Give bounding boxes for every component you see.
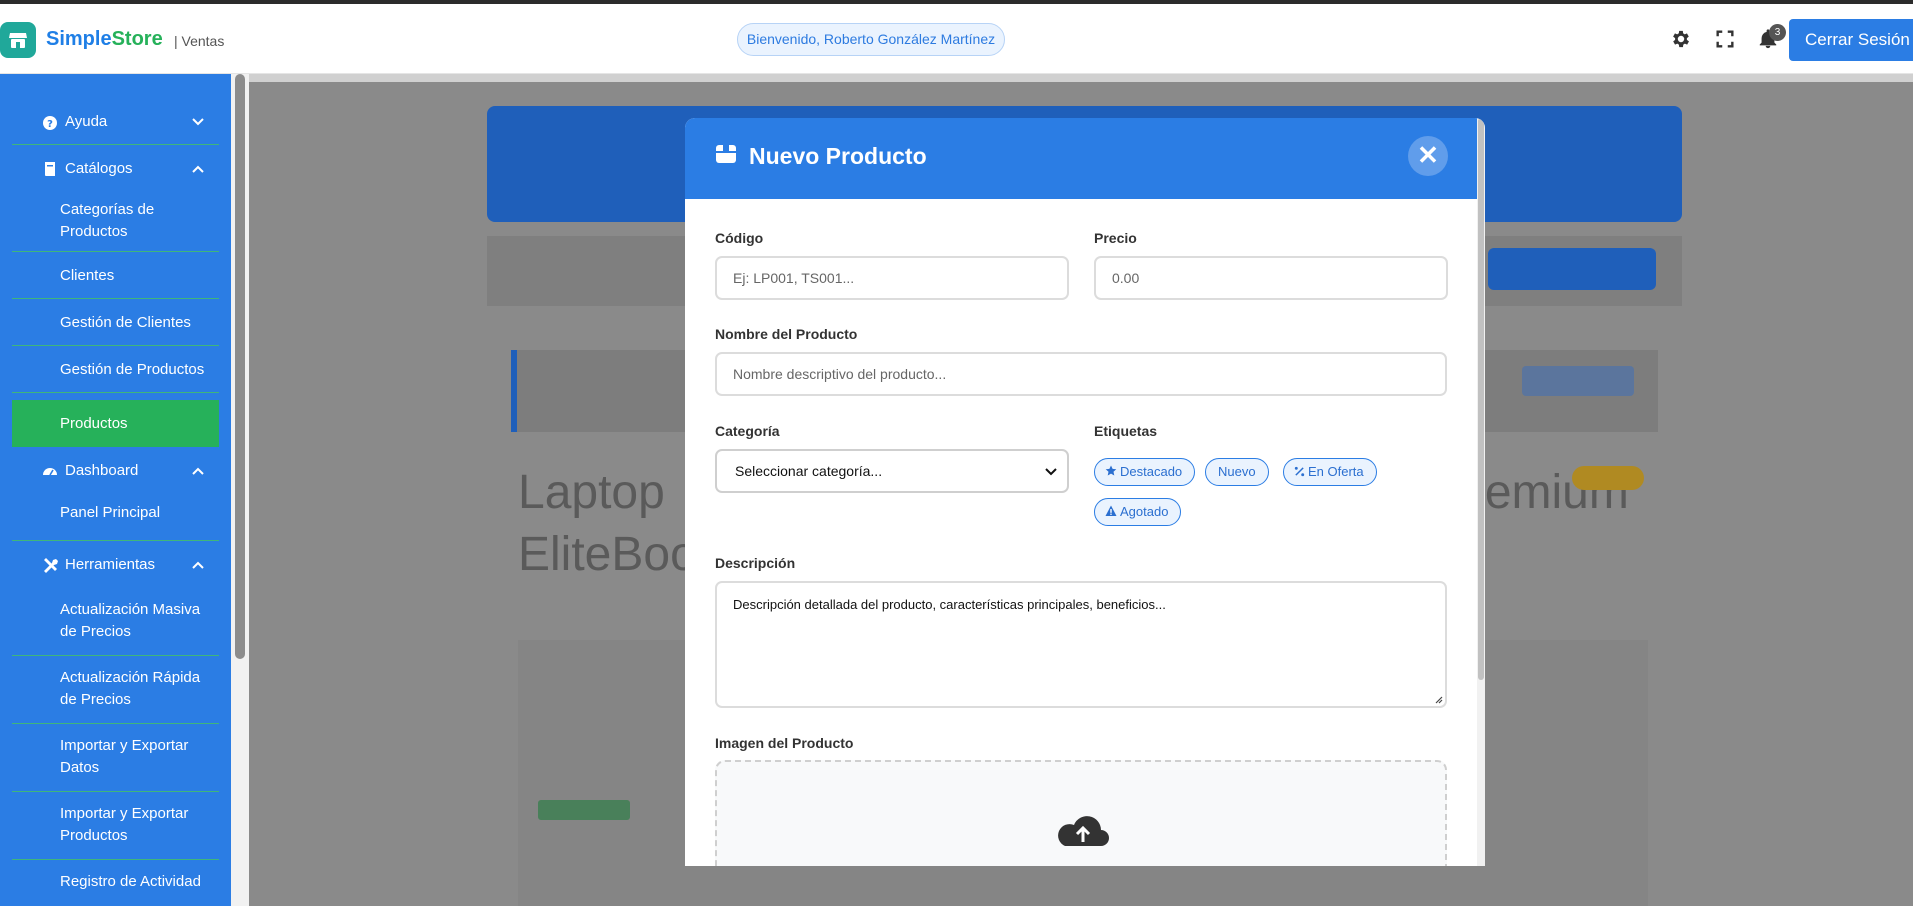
sidebar-item-importar-datos[interactable]: Importar y Exportar Datos xyxy=(12,724,219,792)
brand-simple: Simple xyxy=(46,28,112,50)
sidebar-item-clientes[interactable]: Clientes xyxy=(12,252,219,299)
sidebar-label-productos: Productos xyxy=(60,415,128,432)
store-logo-icon xyxy=(0,22,36,58)
modal-header: Nuevo Producto ✕ xyxy=(685,118,1485,199)
sidebar-scrollbar-thumb[interactable] xyxy=(235,74,245,659)
categoria-label: Categoría xyxy=(715,423,780,439)
welcome-badge: Bienvenido, Roberto González Martínez xyxy=(737,23,1005,56)
brand-subtitle: | Ventas xyxy=(174,33,225,49)
sidebar-item-herramientas[interactable]: Herramientas xyxy=(12,541,219,588)
categoria-selected-value: Seleccionar categoría... xyxy=(735,463,883,479)
tag-nuevo[interactable]: Nuevo xyxy=(1205,458,1269,486)
new-product-modal: Nuevo Producto ✕ Código Ej: LP001, TS001… xyxy=(685,118,1485,866)
tag-agotado-label: Agotado xyxy=(1120,504,1169,519)
sidebar-label-clientes: Clientes xyxy=(60,267,115,284)
top-header: SimpleStore | Ventas Bienvenido, Roberto… xyxy=(0,4,1913,74)
tools-icon xyxy=(44,558,58,573)
brand-name: SimpleStore xyxy=(46,28,163,51)
sidebar-label-registro: Registro de Actividad xyxy=(60,873,201,890)
descripcion-placeholder: Descripción detallada del producto, cara… xyxy=(733,597,1166,612)
tag-en-oferta[interactable]: En Oferta xyxy=(1283,458,1377,486)
svg-text:?: ? xyxy=(47,119,53,130)
tag-agotado[interactable]: Agotado xyxy=(1094,498,1182,526)
chevron-up-icon xyxy=(192,165,204,173)
sidebar-item-ayuda[interactable]: ? Ayuda xyxy=(12,98,219,145)
sidebar-item-categorias-productos[interactable]: Categorías de Productos xyxy=(12,192,219,252)
precio-label: Precio xyxy=(1094,230,1137,246)
sidebar-label-imp-prod-2: Productos xyxy=(60,827,128,844)
tag-en-oferta-label: En Oferta xyxy=(1308,464,1364,479)
sidebar-item-actualizacion-rapida[interactable]: Actualización Rápida de Precios xyxy=(12,656,219,724)
sidebar-label-imp-datos-1: Importar y Exportar xyxy=(60,737,189,754)
question-circle-icon: ? xyxy=(43,116,57,130)
codigo-input[interactable]: Ej: LP001, TS001... xyxy=(715,256,1069,300)
tag-destacado-label: Destacado xyxy=(1120,464,1183,479)
fullscreen-icon[interactable] xyxy=(1714,28,1736,50)
sidebar-label-imp-prod-1: Importar y Exportar xyxy=(60,805,189,822)
content-top-border xyxy=(249,74,1913,82)
modal-title: Nuevo Producto xyxy=(749,143,927,169)
precio-input[interactable]: 0.00 xyxy=(1094,256,1448,300)
sidebar-item-gestion-clientes[interactable]: Gestión de Clientes xyxy=(12,299,219,346)
sidebar-label-dashboard: Dashboard xyxy=(65,462,139,479)
etiquetas-label: Etiquetas xyxy=(1094,423,1158,439)
star-icon xyxy=(1105,465,1117,476)
warning-triangle-icon xyxy=(1105,505,1117,516)
close-modal-button[interactable]: ✕ xyxy=(1408,136,1448,176)
sidebar-item-gestion-productos[interactable]: Gestión de Productos xyxy=(12,346,219,393)
sidebar-label-act-masiva-1: Actualización Masiva xyxy=(60,601,201,618)
logout-button[interactable]: Cerrar Sesión xyxy=(1789,19,1913,61)
sidebar-item-dashboard[interactable]: Dashboard xyxy=(12,447,219,494)
imagen-label: Imagen del Producto xyxy=(715,735,854,751)
categoria-select[interactable]: Seleccionar categoría... xyxy=(715,449,1069,493)
image-dropzone[interactable] xyxy=(715,760,1447,866)
notification-count-badge: 3 xyxy=(1769,24,1786,41)
tag-nuevo-label: Nuevo xyxy=(1218,464,1256,479)
sidebar-label-catalogos: Catálogos xyxy=(65,160,133,177)
descripcion-label: Descripción xyxy=(715,555,796,571)
background-title-line2: EliteBoo xyxy=(518,528,697,581)
sidebar-label-categorias-1: Categorías de xyxy=(60,201,155,218)
codigo-label: Código xyxy=(715,230,764,246)
sidebar: ? Ayuda Catálogos Categorías de Producto… xyxy=(0,74,231,906)
background-title-line1: Laptop xyxy=(518,466,665,519)
sidebar-item-panel-principal[interactable]: Panel Principal xyxy=(12,494,219,541)
background-total-value xyxy=(1522,366,1634,396)
sidebar-item-productos[interactable]: Productos xyxy=(12,400,219,447)
background-new-product-button xyxy=(1488,248,1656,290)
sidebar-label-panel-principal: Panel Principal xyxy=(60,504,161,521)
sidebar-label-act-masiva-2: de Precios xyxy=(60,623,131,640)
cloud-upload-icon xyxy=(1058,816,1109,846)
chevron-up-icon xyxy=(192,467,204,475)
box-icon xyxy=(716,145,736,163)
sidebar-label-act-rapida-1: Actualización Rápida xyxy=(60,669,201,686)
tag-destacado[interactable]: Destacado xyxy=(1094,458,1196,486)
background-price-label xyxy=(538,800,630,820)
sidebar-label-gestion-clientes: Gestión de Clientes xyxy=(60,314,191,331)
resize-grip-icon[interactable] xyxy=(1433,694,1443,704)
sidebar-label-ayuda: Ayuda xyxy=(65,113,108,130)
chevron-up-icon xyxy=(192,561,204,569)
percent-icon xyxy=(1294,466,1305,477)
book-icon xyxy=(45,162,55,176)
chevron-down-icon xyxy=(192,118,204,126)
speedometer-icon xyxy=(43,468,57,476)
nombre-input[interactable]: Nombre descriptivo del producto... xyxy=(715,352,1447,396)
sidebar-label-act-rapida-2: de Precios xyxy=(60,691,131,708)
sidebar-item-actualizacion-masiva[interactable]: Actualización Masiva de Precios xyxy=(12,588,219,656)
sidebar-label-gestion-productos: Gestión de Productos xyxy=(60,361,205,378)
sidebar-item-registro-actividad[interactable]: Registro de Actividad xyxy=(12,860,219,906)
sidebar-item-importar-productos[interactable]: Importar y Exportar Productos xyxy=(12,792,219,860)
chevron-down-icon xyxy=(1045,468,1057,476)
brand-store: Store xyxy=(111,28,163,50)
background-badge xyxy=(1572,466,1644,490)
gear-icon[interactable] xyxy=(1670,28,1692,50)
sidebar-label-categorias-2: Productos xyxy=(60,223,128,240)
descripcion-textarea[interactable]: Descripción detallada del producto, cara… xyxy=(715,581,1447,708)
sidebar-item-catalogos[interactable]: Catálogos xyxy=(12,145,219,192)
sidebar-label-herramientas: Herramientas xyxy=(65,556,156,573)
modal-scrollbar-thumb[interactable] xyxy=(1478,118,1484,680)
sidebar-label-imp-datos-2: Datos xyxy=(60,759,100,776)
nombre-label: Nombre del Producto xyxy=(715,326,858,342)
